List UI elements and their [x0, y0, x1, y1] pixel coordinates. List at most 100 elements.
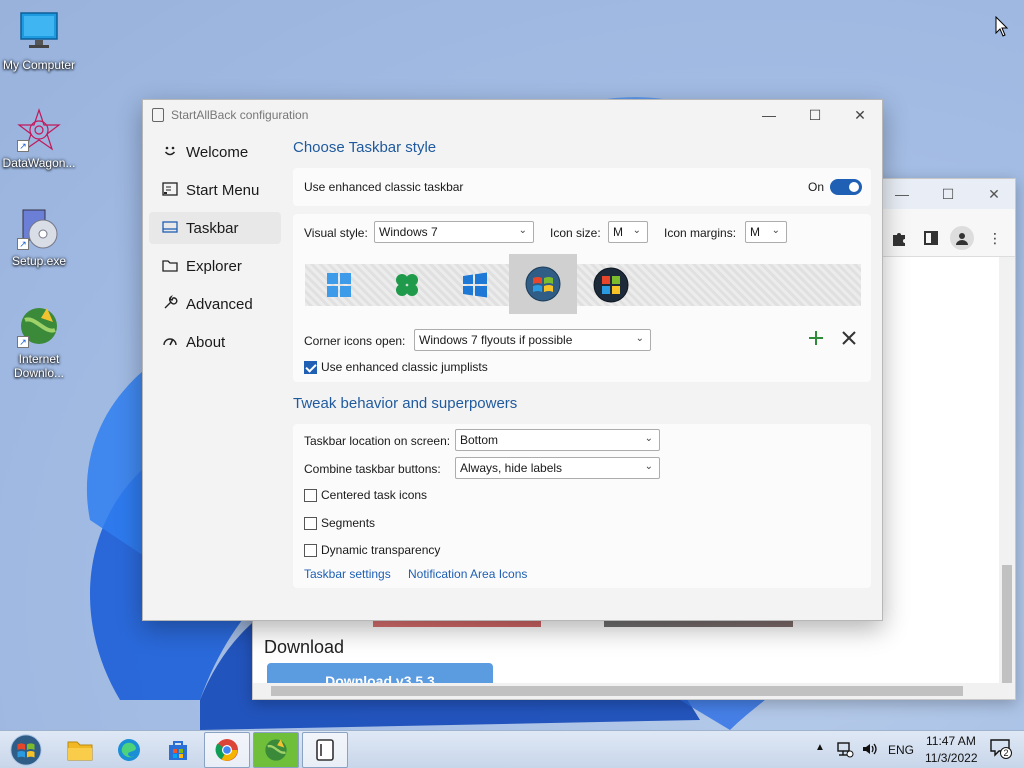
nav-item-explorer[interactable]: Explorer — [149, 250, 281, 282]
clock-time[interactable]: 11:47 AM — [926, 734, 976, 748]
browser-horizontal-scroll-thumb[interactable] — [271, 686, 963, 696]
taskbar-edge[interactable] — [106, 732, 152, 768]
dynamic-transparency-label: Dynamic transparency — [321, 543, 441, 557]
style-tile-windows-7[interactable] — [509, 254, 577, 314]
chevron-down-icon: ⌄ — [518, 225, 527, 236]
shortcut-arrow-icon: ↗ — [17, 336, 29, 348]
enhanced-taskbar-toggle[interactable] — [830, 179, 862, 195]
language-indicator[interactable]: ENG — [888, 743, 914, 757]
chevron-down-icon: ⌄ — [635, 333, 644, 344]
chevron-down-icon: ⌄ — [771, 225, 780, 236]
style-tile-windows-10[interactable] — [441, 264, 509, 306]
desktop-icon-internet-download[interactable]: ↗ Internet Downlo... — [0, 304, 78, 380]
combine-buttons-select[interactable]: Always, hide labels ⌄ — [455, 457, 660, 479]
profile-avatar-icon[interactable] — [950, 226, 974, 250]
corner-icons-select[interactable]: Windows 7 flyouts if possible ⌄ — [414, 329, 651, 351]
dynamic-transparency-row[interactable]: Dynamic transparency — [304, 543, 440, 557]
desktop-icon-label: Setup.exe — [11, 254, 67, 268]
browser-close-button[interactable]: ✕ — [971, 179, 1017, 209]
taskbar-store[interactable] — [155, 732, 201, 768]
browser-maximize-button[interactable]: ☐ — [925, 179, 971, 209]
nav-item-label: Taskbar — [186, 219, 239, 237]
start-menu-icon — [161, 181, 179, 199]
desktop-icon-datawagon[interactable]: ↗ DataWagon... — [0, 108, 78, 170]
add-plus-icon[interactable] — [807, 329, 825, 350]
notification-area-icons-link[interactable]: Notification Area Icons — [408, 567, 527, 581]
segments-checkbox[interactable] — [304, 516, 317, 530]
download-heading: Download — [264, 637, 345, 657]
browser-vertical-scrollbar[interactable] — [999, 257, 1015, 683]
section-title-taskbar-style: Choose Taskbar style — [293, 139, 437, 156]
jumplists-row[interactable]: Use enhanced classic jumplists — [304, 360, 488, 374]
nav-item-label: About — [186, 333, 226, 351]
window-title: StartAllBack configuration — [171, 108, 309, 122]
centered-icons-label: Centered task icons — [321, 488, 428, 502]
style-tile-windows-vista[interactable] — [577, 264, 645, 306]
browser-vertical-scroll-thumb[interactable] — [1002, 565, 1012, 683]
centered-icons-checkbox[interactable] — [304, 488, 317, 502]
nav-item-about[interactable]: About — [149, 326, 281, 358]
taskbar-idm[interactable] — [253, 732, 299, 768]
visual-style-select[interactable]: Windows 7 ⌄ — [374, 221, 534, 243]
desktop-icon-setup[interactable]: ↗ Setup.exe — [0, 206, 78, 268]
style-tile-windows-11[interactable] — [305, 264, 373, 306]
taskbar-chrome[interactable] — [204, 732, 250, 768]
startallback-icon — [316, 739, 334, 761]
windows-10-logo-icon — [463, 272, 487, 298]
taskbar-settings-link[interactable]: Taskbar settings — [304, 567, 391, 581]
taskbar-location-value: Bottom — [460, 433, 499, 447]
nav-item-label: Welcome — [186, 143, 249, 161]
browser-menu-kebab-icon[interactable]: ⋮ — [983, 226, 1007, 250]
close-button[interactable]: ✕ — [837, 100, 883, 130]
extensions-puzzle-icon[interactable] — [887, 226, 911, 250]
chevron-down-icon: ⌄ — [632, 225, 641, 236]
browser-minimize-button[interactable]: — — [879, 179, 925, 209]
nav-item-welcome[interactable]: Welcome — [149, 136, 281, 168]
chrome-browser-icon — [215, 739, 238, 761]
segments-row[interactable]: Segments — [304, 516, 375, 530]
windows-7-orb-icon — [525, 266, 561, 302]
tray-overflow-chevron-icon[interactable]: ▲ — [815, 742, 825, 753]
chevron-down-icon: ⌄ — [644, 433, 653, 444]
network-icon[interactable] — [836, 740, 854, 761]
maximize-button[interactable]: ☐ — [792, 100, 838, 130]
desktop-icon-label: My Computer — [2, 58, 76, 72]
browser-horizontal-scrollbar[interactable] — [253, 683, 1015, 699]
enhanced-taskbar-state: On — [808, 180, 825, 194]
config-window[interactable]: StartAllBack configuration — ☐ ✕ Welcome… — [142, 99, 883, 621]
desktop-icon-my-computer[interactable]: My Computer — [0, 10, 78, 72]
icon-margins-select[interactable]: M ⌄ — [745, 221, 787, 243]
nav-item-advanced[interactable]: Advanced — [149, 288, 281, 320]
side-panel-icon[interactable] — [919, 226, 943, 250]
centered-icons-row[interactable]: Centered task icons — [304, 488, 427, 502]
corner-icons-label: Corner icons open: — [304, 334, 406, 348]
combine-buttons-label: Combine taskbar buttons: — [304, 462, 441, 476]
notification-center-icon[interactable]: 2 — [990, 739, 1014, 759]
folder-icon — [67, 741, 93, 761]
jumplists-label: Use enhanced classic jumplists — [321, 360, 488, 374]
section-title-tweak-behavior: Tweak behavior and superpowers — [293, 395, 518, 412]
clock-date[interactable]: 11/3/2022 — [925, 751, 978, 765]
jumplists-checkbox[interactable] — [304, 360, 317, 374]
windows-7-orb-icon — [10, 734, 42, 766]
toggle-knob — [849, 182, 859, 192]
remove-x-icon[interactable] — [840, 329, 858, 350]
store-bag-icon — [169, 741, 187, 760]
shortcut-arrow-icon: ↗ — [17, 140, 29, 152]
edge-browser-icon — [118, 739, 140, 761]
nav-item-taskbar[interactable]: Taskbar — [149, 212, 281, 244]
icon-size-select[interactable]: M ⌄ — [608, 221, 648, 243]
dynamic-transparency-checkbox[interactable] — [304, 543, 317, 557]
taskbar-file-explorer[interactable] — [57, 732, 103, 768]
taskbar-startallback[interactable] — [302, 732, 348, 768]
minimize-button[interactable]: — — [746, 100, 792, 130]
start-orb-button[interactable] — [4, 732, 48, 768]
style-tile-clover[interactable] — [373, 264, 441, 306]
nav-item-start-menu[interactable]: Start Menu — [149, 174, 281, 206]
nav-item-label: Start Menu — [186, 181, 260, 199]
taskbar: ▲ ENG 11:47 AM 11/3/2022 2 — [0, 730, 1024, 768]
taskbar-location-select[interactable]: Bottom ⌄ — [455, 429, 660, 451]
config-titlebar[interactable]: StartAllBack configuration — ☐ ✕ — [143, 100, 882, 130]
volume-icon[interactable] — [861, 740, 879, 761]
icon-margins-label: Icon margins: — [664, 226, 737, 240]
